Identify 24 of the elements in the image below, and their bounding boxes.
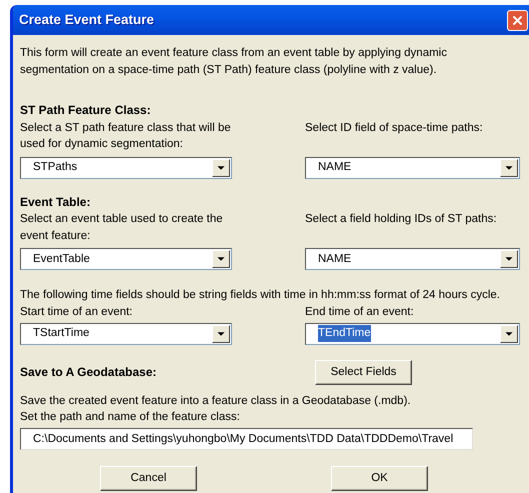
section-heading: Event Table: — [20, 194, 92, 211]
description-text: Save the created event feature into a feature class in a Geodatabase (.mdb). — [20, 394, 412, 409]
note-text: The following time fields should be string fields with time in hh:mm:ss format of 24 hours cycle. — [20, 288, 502, 304]
cancel-button[interactable]: Cancel — [100, 466, 197, 492]
field-label: Select a ST path feature class that will be used for dynamic segmentation: — [20, 120, 232, 152]
field-label: Set the path and name of the feature class: — [20, 410, 241, 426]
dropdown-field[interactable]: NAME — [305, 248, 520, 270]
field-label: Start time of an event: — [20, 304, 134, 320]
field-label: Select a field holding IDs of ST paths: — [305, 212, 498, 228]
select-fields-button[interactable]: Select Fields — [315, 360, 412, 385]
intro-text: This form will create an event feature class from an event table by applying dynamic segmentation on a space-time path (ST Path) feature class (polyline with z value). — [20, 46, 448, 78]
field-label: Select ID field of space-time paths: — [305, 120, 484, 136]
section-heading: Save to A Geodatabase: — [20, 364, 158, 381]
dropdown-field[interactable]: NAME — [305, 156, 520, 179]
path-input-field[interactable]: C:\Documents and Settings\yuhongbo\My Documents\TDD Data\TDDDemo\Travel — [20, 428, 473, 450]
window-title: Create Event Feature — [19, 11, 154, 30]
field-label: End time of an event: — [305, 304, 415, 320]
dropdown-field[interactable]: EventTable — [20, 248, 232, 270]
field-label: Select an event table used to create the event feature: — [20, 212, 224, 244]
dropdown-field[interactable]: TStartTime — [20, 322, 232, 345]
dropdown-field[interactable]: STPaths — [20, 156, 232, 179]
dropdown-field[interactable]: TEndTime — [305, 322, 520, 345]
section-heading: ST Path Feature Class: — [20, 102, 152, 120]
ok-button[interactable]: OK — [331, 466, 428, 492]
